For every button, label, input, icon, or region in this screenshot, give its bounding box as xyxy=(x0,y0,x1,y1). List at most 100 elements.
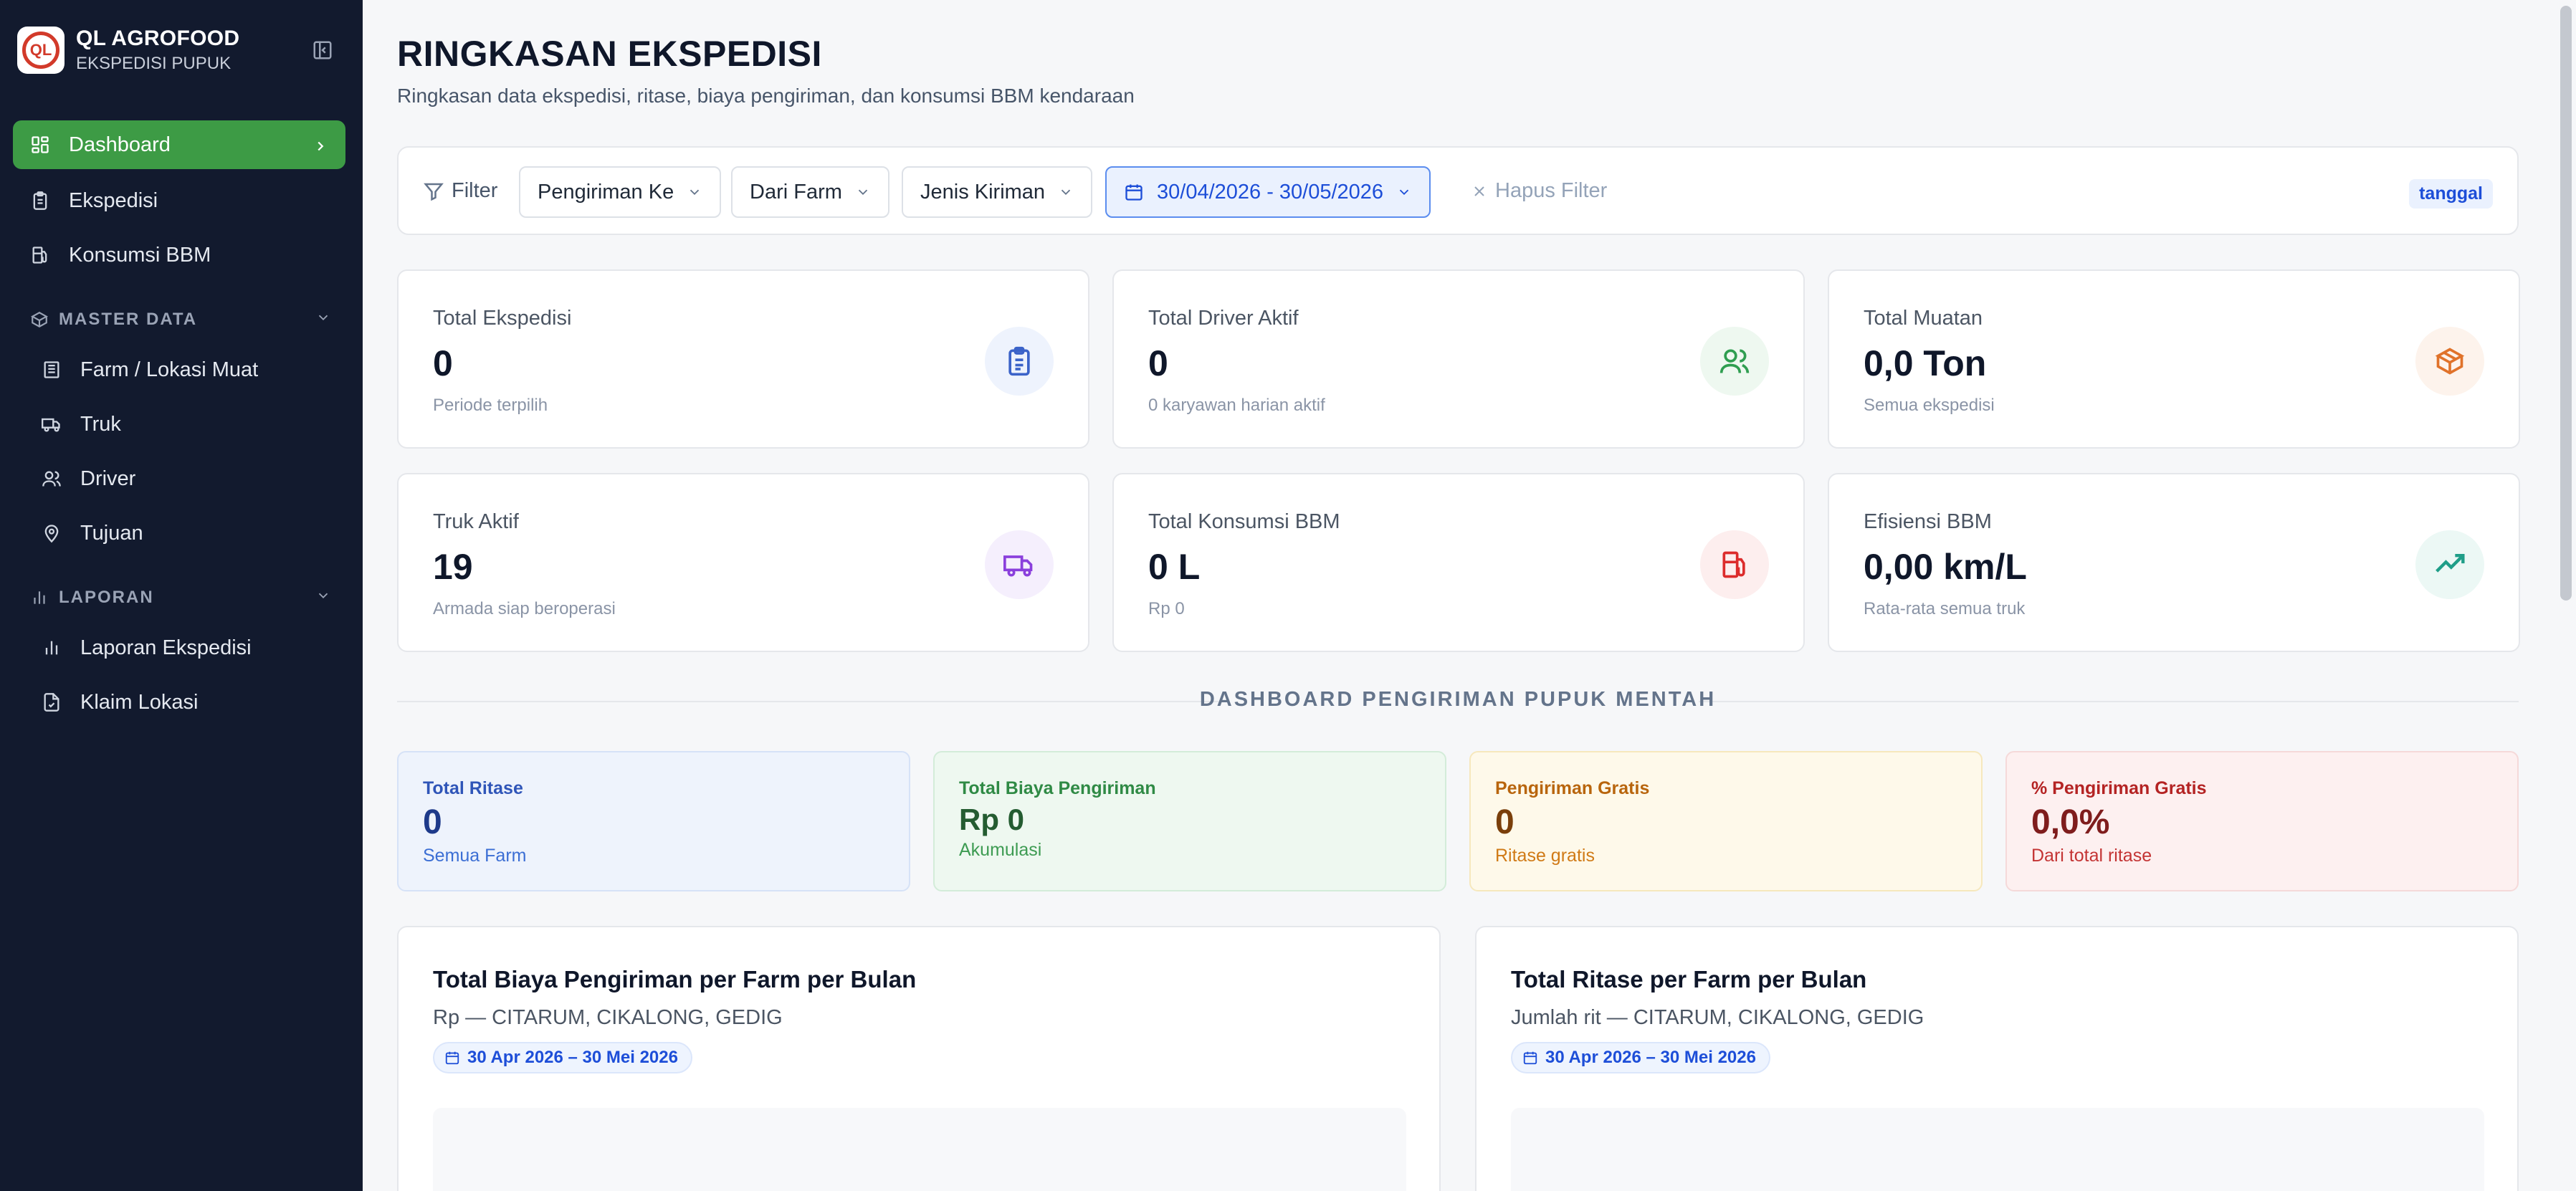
chart-subtitle: Rp — CITARUM, CIKALONG, GEDIG xyxy=(433,1006,783,1029)
mini-stat-sub: Ritase gratis xyxy=(1495,846,1595,866)
sidebar-item-truk[interactable]: Truk xyxy=(26,400,345,449)
page-title: RINGKASAN EKSPEDISI xyxy=(397,34,822,74)
mini-stat-label: Total Ritase xyxy=(423,778,523,798)
chart-subtitle: Jumlah rit — CITARUM, CIKALONG, GEDIG xyxy=(1511,1006,1924,1029)
stat-card-truk-aktif: Truk Aktif 19 Armada siap beroperasi xyxy=(397,473,1089,652)
mini-stat-sub: Dari total ritase xyxy=(2031,846,2152,866)
dropdown-pengiriman-ke[interactable]: Pengiriman Ke xyxy=(519,166,722,218)
sidebar-item-label: Driver xyxy=(80,467,136,490)
chevron-down-icon xyxy=(690,189,700,196)
stat-value: 0 L xyxy=(1148,547,1201,587)
chart-card-biaya: Total Biaya Pengiriman per Farm per Bula… xyxy=(397,926,1441,1191)
mini-stat-label: Total Biaya Pengiriman xyxy=(959,778,1156,798)
filter-tag: tanggal xyxy=(2409,179,2493,209)
sidebar-item-laporan-ekspedisi[interactable]: Laporan Ekspedisi xyxy=(26,623,345,672)
sidebar-item-label: Klaim Lokasi xyxy=(80,690,199,714)
mini-stat-pengiriman-gratis: Pengiriman Gratis 0 Ritase gratis xyxy=(1469,751,1983,891)
calendar-icon xyxy=(1523,1051,1537,1065)
stat-label: Total Driver Aktif xyxy=(1148,307,1299,330)
filter-icon xyxy=(424,183,444,201)
dropdown-dari-farm[interactable]: Dari Farm xyxy=(731,166,889,218)
sidebar-item-label: Dashboard xyxy=(69,133,171,156)
section-label: LAPORAN xyxy=(59,588,154,607)
stat-label: Efisiensi BBM xyxy=(1864,510,1992,533)
mini-stat-persen-gratis: % Pengiriman Gratis 0,0% Dari total rita… xyxy=(2005,751,2519,891)
stat-sub: Armada siap beroperasi xyxy=(433,599,616,618)
stat-card-total-muatan: Total Muatan 0,0 Ton Semua ekspedisi xyxy=(1828,269,2520,449)
fuel-icon xyxy=(1700,530,1769,599)
mini-stat-total-biaya: Total Biaya Pengiriman Rp 0 Akumulasi xyxy=(933,751,1446,891)
stat-value: 0,00 km/L xyxy=(1864,547,2027,587)
chevron-down-icon xyxy=(1399,189,1409,196)
stat-value: 0 xyxy=(1148,343,1168,383)
chart-card-ritase: Total Ritase per Farm per Bulan Jumlah r… xyxy=(1475,926,2519,1191)
section-laporan[interactable]: LAPORAN xyxy=(30,588,331,608)
brand-title: QL AGROFOOD xyxy=(76,27,240,50)
date-range-picker[interactable]: 30/04/2026 - 30/05/2026 xyxy=(1105,166,1431,218)
stat-sub: Rata-rata semua truk xyxy=(1864,599,2026,618)
section-master-data[interactable]: MASTER DATA xyxy=(30,310,331,330)
stat-label: Total Ekspedisi xyxy=(433,307,572,330)
stat-value: 0,0 Ton xyxy=(1864,343,1987,383)
mini-stat-value: 0 xyxy=(1495,803,1514,841)
clear-filter-button[interactable]: Hapus Filter xyxy=(1471,179,1607,203)
mini-stat-value: 0,0% xyxy=(2031,803,2110,841)
sidebar-item-dashboard[interactable]: Dashboard xyxy=(13,120,345,169)
stat-card-efisiensi-bbm: Efisiensi BBM 0,00 km/L Rata-rata semua … xyxy=(1828,473,2520,652)
chevron-down-icon xyxy=(858,189,868,196)
page-subtitle: Ringkasan data ekspedisi, ritase, biaya … xyxy=(397,85,1135,107)
stat-sub: 0 karyawan harian aktif xyxy=(1148,396,1325,415)
clipboard-list-icon xyxy=(985,327,1054,396)
sidebar-item-farm[interactable]: Farm / Lokasi Muat xyxy=(26,345,345,394)
bar-chart-icon xyxy=(30,588,49,607)
sidebar-item-label: Tujuan xyxy=(80,521,143,545)
dropdown-jenis-kiriman[interactable]: Jenis Kiriman xyxy=(902,166,1093,218)
close-icon xyxy=(1474,186,1484,196)
sidebar-collapse-icon[interactable] xyxy=(310,37,335,63)
brand-subtitle: EKSPEDISI PUPUK xyxy=(76,54,232,73)
sidebar-item-label: Laporan Ekspedisi xyxy=(80,636,252,659)
package-icon xyxy=(2415,327,2484,396)
chevron-down-icon xyxy=(1061,189,1071,196)
chevron-down-icon xyxy=(315,588,331,608)
sidebar-item-klaim-lokasi[interactable]: Klaim Lokasi xyxy=(26,678,345,727)
brand-logo: QL xyxy=(17,27,65,74)
chart-date-range: 30 Apr 2026 – 30 Mei 2026 xyxy=(433,1042,692,1073)
chart-title: Total Biaya Pengiriman per Farm per Bula… xyxy=(433,966,917,992)
chart-date-range: 30 Apr 2026 – 30 Mei 2026 xyxy=(1511,1042,1770,1073)
section-title: DASHBOARD PENGIRIMAN PUPUK MENTAH xyxy=(1199,688,1717,711)
sidebar-item-label: Farm / Lokasi Muat xyxy=(80,358,259,381)
fuel-icon xyxy=(29,244,52,267)
box-icon xyxy=(30,310,49,329)
trending-up-icon xyxy=(2415,530,2484,599)
brand: QL QL AGROFOOD EKSPEDISI PUPUK xyxy=(17,24,345,76)
brand-logo-mark: QL xyxy=(22,32,59,69)
chart-title: Total Ritase per Farm per Bulan xyxy=(1511,966,1867,992)
file-check-icon xyxy=(40,691,63,714)
sidebar-item-label: Ekspedisi xyxy=(69,188,158,212)
sidebar-item-konsumsi-bbm[interactable]: Konsumsi BBM xyxy=(13,231,345,279)
filter-bar: Filter Pengiriman Ke Dari Farm Jenis Kir… xyxy=(397,146,2519,235)
chevron-down-icon xyxy=(315,310,331,330)
divider-left xyxy=(397,701,1218,702)
sidebar-item-label: Konsumsi BBM xyxy=(69,243,211,267)
sidebar-item-ekspedisi[interactable]: Ekspedisi xyxy=(13,176,345,225)
sidebar-item-driver[interactable]: Driver xyxy=(26,454,345,503)
truck-icon xyxy=(40,413,63,436)
truck-icon xyxy=(985,530,1054,599)
chart-area xyxy=(433,1108,1406,1191)
chevron-right-icon xyxy=(313,136,328,160)
sidebar-item-tujuan[interactable]: Tujuan xyxy=(26,509,345,558)
clipboard-icon xyxy=(29,189,52,212)
mini-stat-value: 0 xyxy=(423,803,442,841)
stat-card-total-ekspedisi: Total Ekspedisi 0 Periode terpilih xyxy=(397,269,1089,449)
stat-value: 0 xyxy=(433,343,453,383)
bar-chart-icon xyxy=(40,636,63,659)
stat-label: Truk Aktif xyxy=(433,510,519,533)
page-scrollbar[interactable] xyxy=(2560,6,2572,601)
stat-card-total-konsumsi-bbm: Total Konsumsi BBM 0 L Rp 0 xyxy=(1112,473,1805,652)
calendar-icon xyxy=(1125,184,1142,201)
stat-label: Total Muatan xyxy=(1864,307,1983,330)
dashboard-icon xyxy=(29,133,52,156)
stat-sub: Semua ekspedisi xyxy=(1864,396,1995,415)
